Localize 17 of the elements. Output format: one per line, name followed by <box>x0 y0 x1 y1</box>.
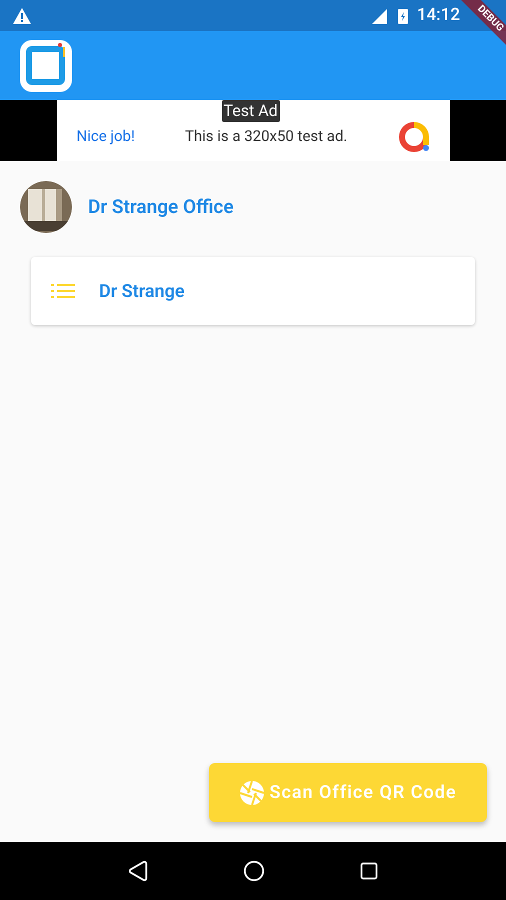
list-icon <box>51 284 75 298</box>
home-icon[interactable] <box>243 860 265 882</box>
warning-icon <box>12 6 32 24</box>
ad-badge: Test Ad <box>222 100 280 122</box>
back-icon[interactable] <box>127 860 149 882</box>
ad-headline: Nice job! <box>76 126 135 148</box>
battery-icon <box>396 6 409 24</box>
item-label: Dr Strange <box>99 280 185 304</box>
aperture-icon <box>239 780 266 806</box>
app-logo-icon <box>20 40 72 92</box>
ad-logo-icon <box>398 120 430 152</box>
office-item-card[interactable]: Dr Strange <box>31 257 475 325</box>
recents-icon[interactable] <box>359 861 379 881</box>
ad-text: This is a 320x50 test ad. <box>184 126 348 148</box>
ad-banner[interactable]: Test Ad Nice job! This is a 320x50 test ad. <box>56 100 450 161</box>
clock-time: 14:12 <box>416 4 460 27</box>
office-name[interactable]: Dr Strange Office <box>88 192 234 222</box>
